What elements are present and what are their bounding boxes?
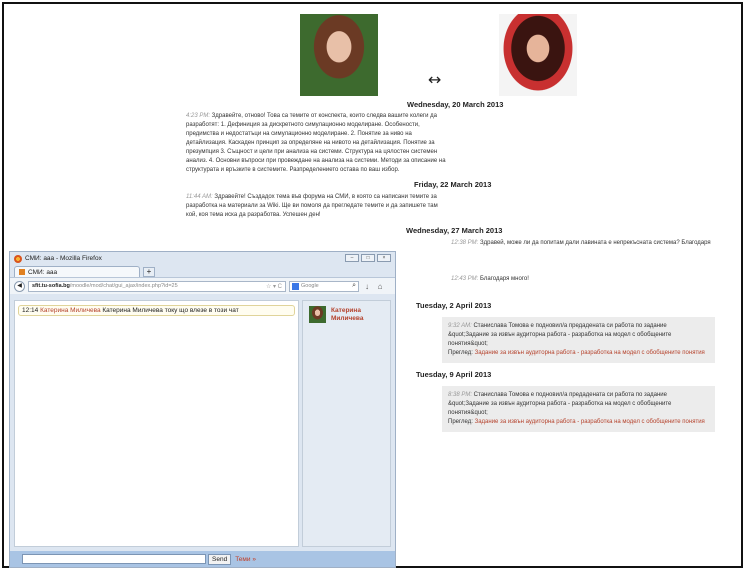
message: 11:44 AM: Здравейте! Създадох тема във ф… [186,193,448,220]
user-photo-right [499,14,577,96]
tab-bar: СМИ: aaa + [10,265,395,277]
avatar [309,306,326,323]
message-text: Здравейте! Създадох тема във форума на С… [186,194,438,218]
message-time: 9:32 AM: [448,323,472,329]
new-tab-button[interactable]: + [143,267,155,277]
assignment-link[interactable]: Задание за извън аудиторна работа - разр… [475,419,705,425]
window-titlebar: СМИ: aaa - Mozilla Firefox [10,252,395,265]
themes-link[interactable]: Теми » [235,556,256,563]
message-text: Здравей, може ли да попитам дали лавинат… [478,240,711,246]
url-bar[interactable]: sfit.tu-sofia.bg/moodle/mod/chat/gui_aja… [28,280,286,292]
search-box[interactable]: Google ⌕ [289,280,359,292]
message: 4:23 PM: Здравейте, отново! Това са теми… [186,112,448,175]
tab-label: СМИ: aaa [28,268,58,276]
back-button[interactable]: ◀ [14,280,25,292]
notification: 8:38 PM: Станислава Томова е подновил/а … [442,386,715,432]
date-heading: Tuesday, 9 April 2013 [416,370,492,379]
window-title: СМИ: aaa - Mozilla Firefox [25,255,102,262]
close-button[interactable]: × [377,254,391,262]
message: 12:38 PM: Здравей, може ли да попитам да… [451,239,716,248]
date-heading: Friday, 22 March 2013 [414,180,492,189]
chat-time: 12:14 [22,307,41,314]
chat-input-bar: Send Теми » [10,551,395,567]
navigation-bar: ◀ sfit.tu-sofia.bg/moodle/mod/chat/gui_a… [10,277,395,294]
url-path: /moodle/mod/chat/gui_ajax/index.php?id=2… [69,283,178,289]
home-icon[interactable]: ⌂ [375,282,385,291]
message-text: Благодаря много! [478,276,529,282]
message: 12:43 PM: Благодаря много! [451,275,716,284]
chat-user: Катерина Миличева [40,307,101,314]
notification: 9:32 AM: Станислава Томова е подновил/а … [442,317,715,363]
firefox-logo-icon [14,254,22,263]
search-placeholder: Google [301,283,319,289]
favicon-icon [19,269,25,275]
url-host: sfit.tu-sofia.bg [32,283,70,289]
notification-text: Станислава Томова е подновил/а предадена… [448,392,672,416]
chat-message: 12:14 Катерина Миличева Катерина Миличев… [18,305,295,316]
download-icon[interactable]: ↓ [362,282,372,291]
bookmark-star-icon[interactable]: ☆ ▾ C [266,283,282,290]
message-time: 11:44 AM: [186,194,213,200]
message-time: 8:38 PM: [448,392,473,398]
swap-arrow-icon: ↔ [428,70,442,89]
message-text: Здравейте, отново! Това са темите от кон… [186,113,446,173]
user-photo-left [300,14,378,96]
date-heading: Wednesday, 27 March 2013 [406,226,503,235]
browser-tab[interactable]: СМИ: aaa [14,266,140,277]
window-controls: – □ × [345,254,391,262]
chat-messages: 12:14 Катерина Миличева Катерина Миличев… [14,300,299,547]
minimize-button[interactable]: – [345,254,359,262]
send-button[interactable]: Send [208,553,232,565]
maximize-button[interactable]: □ [361,254,375,262]
message-time: 12:43 PM: [451,276,479,282]
assignment-link[interactable]: Задание за извън аудиторна работа - разр… [475,350,705,356]
review-label: Преглед: [448,350,475,356]
notification-text: Станислава Томова е подновил/а предадена… [448,323,672,347]
users-list: Катерина Миличева [302,300,391,547]
date-heading: Tuesday, 2 April 2013 [416,301,492,310]
chat-text: Катерина Миличева току що влезе в този ч… [100,307,239,314]
google-icon [292,282,299,290]
message-time: 12:38 PM: [451,240,479,246]
review-label: Преглед: [448,419,475,425]
message-time: 4:23 PM: [186,113,211,119]
search-icon[interactable]: ⌕ [352,282,356,290]
firefox-window: СМИ: aaa - Mozilla Firefox – □ × СМИ: aa… [9,251,396,568]
date-heading: Wednesday, 20 March 2013 [407,100,504,109]
message-input[interactable] [22,554,206,564]
user-name-link[interactable]: Катерина Миличева [331,307,390,323]
